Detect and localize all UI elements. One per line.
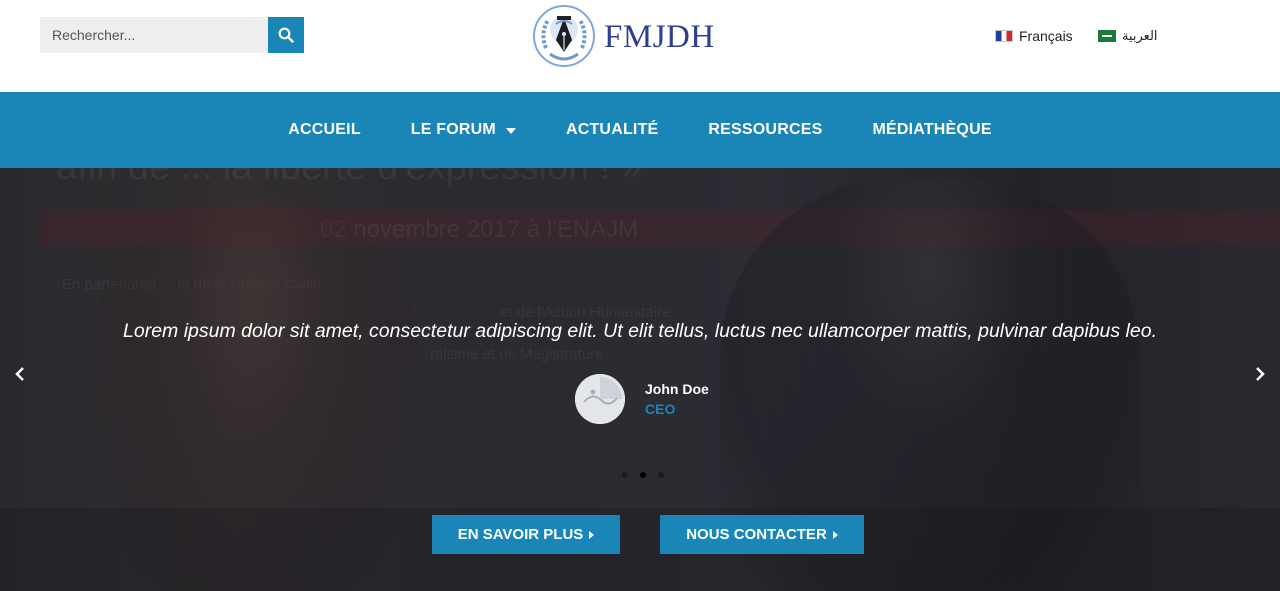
nav-item-le-forum[interactable]: LE FORUM xyxy=(411,121,516,139)
language-label: Français xyxy=(1019,28,1073,44)
nav-item-label: LE FORUM xyxy=(410,121,496,138)
language-french[interactable]: Français xyxy=(995,28,1073,44)
search-input[interactable] xyxy=(40,17,268,53)
search-icon xyxy=(278,27,294,43)
search-form xyxy=(40,17,304,53)
avatar xyxy=(575,374,625,424)
nav-item-label: RESSOURCES xyxy=(708,121,823,138)
un-wreath-pen-icon xyxy=(533,5,595,67)
slider-next-arrow[interactable] xyxy=(1250,364,1270,384)
testimonial-quote: Lorem ipsum dolor sit amet, consectetur … xyxy=(123,320,1157,342)
chevron-right-icon xyxy=(1256,367,1265,381)
button-label: NOUS CONTACTER xyxy=(686,526,827,543)
author-name: John Doe xyxy=(645,381,709,397)
author-role: CEO xyxy=(645,401,676,417)
caret-right-icon xyxy=(589,530,595,539)
nav-item-ressources[interactable]: RESSOURCES xyxy=(708,121,822,139)
avatar-placeholder-icon xyxy=(575,374,625,424)
france-flag-icon xyxy=(995,30,1013,42)
slider-dot-active[interactable] xyxy=(640,472,646,478)
nav-item-label: ACTUALITÉ xyxy=(565,121,659,138)
testimonial-author: John Doe CEO xyxy=(575,374,709,424)
slider-dot[interactable] xyxy=(622,472,628,478)
site-logo[interactable]: FMJDH xyxy=(532,2,715,70)
contact-us-button[interactable]: NOUS CONTACTER xyxy=(660,515,864,554)
slider-pagination xyxy=(616,472,670,478)
caret-down-icon xyxy=(505,128,516,134)
search-button[interactable] xyxy=(268,17,304,53)
button-label: EN SAVOIR PLUS xyxy=(457,526,584,543)
language-arabic[interactable]: العربية xyxy=(1098,28,1158,44)
main-navigation: ACCUEIL LE FORUM ACTUALITÉ RESSOURCES MÉ… xyxy=(0,92,1280,168)
caret-right-icon xyxy=(832,530,838,539)
nav-item-accueil[interactable]: ACCUEIL xyxy=(288,121,361,139)
slider-dot[interactable] xyxy=(658,472,664,478)
nav-item-actualite[interactable]: ACTUALITÉ xyxy=(566,121,658,139)
hero-slider: afin de ... la liberté d'expression ! » … xyxy=(0,168,1280,591)
slider-prev-arrow[interactable] xyxy=(10,364,30,384)
language-label: العربية xyxy=(1122,28,1158,43)
site-header: FMJDH Français العربية xyxy=(0,0,1280,92)
nav-item-mediatheque[interactable]: MÉDIATHÈQUE xyxy=(872,121,991,139)
learn-more-button[interactable]: EN SAVOIR PLUS xyxy=(432,515,620,554)
nav-item-label: MÉDIATHÈQUE xyxy=(872,121,992,138)
saudi-flag-icon xyxy=(1098,30,1116,42)
logo-text: FMJDH xyxy=(604,18,715,55)
chevron-left-icon xyxy=(15,367,24,381)
nav-item-label: ACCUEIL xyxy=(288,121,361,138)
